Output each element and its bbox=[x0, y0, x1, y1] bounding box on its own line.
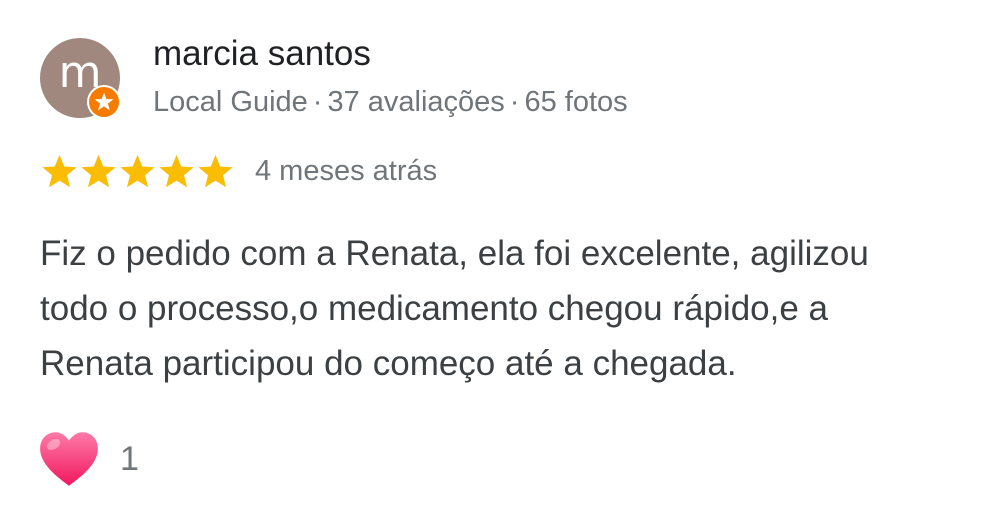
like-count: 1 bbox=[120, 440, 139, 478]
star-icon bbox=[81, 154, 116, 188]
review-text-line: Fiz o pedido com a Renata, ela foi excel… bbox=[40, 234, 869, 273]
review-text-line: Renata participou do começo até a chegad… bbox=[40, 344, 737, 383]
author-name[interactable]: marcia santos bbox=[153, 34, 371, 74]
meta-separator: · bbox=[509, 86, 520, 118]
photo-count: 65 fotos bbox=[524, 86, 628, 118]
star-icon bbox=[120, 154, 155, 188]
author-meta: Local Guide · 37 avaliações · 65 fotos bbox=[153, 86, 628, 119]
star-icon bbox=[42, 154, 77, 188]
heart-icon[interactable] bbox=[36, 428, 102, 490]
local-guide-label: Local Guide bbox=[153, 86, 308, 118]
review-count: 37 avaliações bbox=[327, 86, 505, 118]
meta-separator: · bbox=[312, 86, 323, 118]
review-text: Fiz o pedido com a Renata, ela foi excel… bbox=[40, 226, 970, 391]
review-time: 4 meses atrás bbox=[255, 155, 438, 187]
star-rating bbox=[40, 152, 235, 192]
local-guide-star-icon bbox=[89, 87, 119, 117]
review-text-line: todo o processo,o medicamento chegou ráp… bbox=[40, 289, 829, 328]
star-icon bbox=[198, 154, 233, 188]
star-icon bbox=[159, 154, 194, 188]
local-guide-badge bbox=[87, 85, 121, 119]
